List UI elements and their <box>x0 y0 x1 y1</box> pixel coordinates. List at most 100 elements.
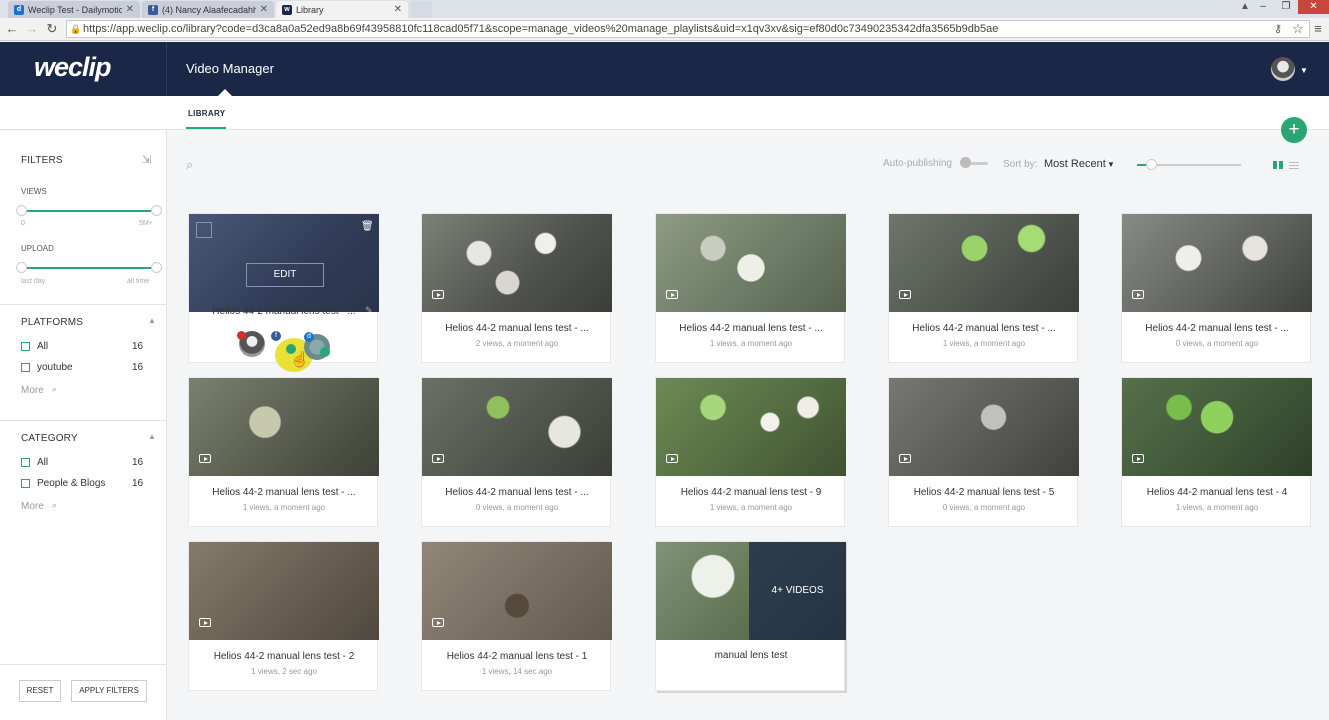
playlist-card[interactable]: 4+ VIDEOS manual lens test <box>655 541 846 691</box>
search-icon[interactable]: ⌕ <box>52 500 57 511</box>
video-card[interactable]: Helios 44-2 manual lens test - ... 1 vie… <box>655 213 846 363</box>
video-thumbnail[interactable] <box>656 214 846 312</box>
close-icon[interactable]: ✕ <box>394 4 402 15</box>
video-title[interactable]: Helios 44-2 manual lens test - 9 <box>656 487 846 498</box>
browser-tab-library[interactable]: w Library ✕ <box>276 1 408 18</box>
category-people-blogs-count: 16 <box>132 478 144 489</box>
video-thumbnail[interactable] <box>1122 378 1312 476</box>
back-icon[interactable]: ← <box>4 21 20 37</box>
search-icon[interactable]: ⌕ <box>186 157 193 173</box>
zoom-slider-handle[interactable] <box>1146 159 1157 170</box>
video-thumbnail[interactable] <box>422 542 612 640</box>
video-card[interactable]: Helios 44-2 manual lens test - ... 2 vie… <box>421 213 612 363</box>
video-thumbnail[interactable] <box>422 214 612 312</box>
edit-button[interactable]: EDIT <box>246 263 324 287</box>
chevron-up-icon[interactable]: ▲ <box>148 432 156 441</box>
browser-tab-facebook[interactable]: f (4) Nancy Alaafecadahhf ✕ <box>142 1 274 18</box>
grid-view-icon[interactable] <box>1273 161 1283 169</box>
upload-slider-min-handle[interactable] <box>16 262 27 273</box>
trash-icon[interactable]: 🗑 <box>361 221 374 232</box>
checkbox-platform-all[interactable] <box>21 342 30 351</box>
platforms-more-link[interactable]: More <box>21 385 44 396</box>
video-card[interactable]: 🗑 EDIT Helios 44-2 manual lens test - ..… <box>188 213 379 372</box>
video-card[interactable]: Helios 44-2 manual lens test - ... 1 vie… <box>188 377 379 527</box>
reload-icon[interactable]: ↻ <box>44 21 60 37</box>
close-icon[interactable]: ✕ <box>260 4 268 15</box>
search-icon[interactable]: ⌕ <box>52 384 57 395</box>
video-meta: 1 views, a moment ago <box>709 503 793 512</box>
video-icon <box>199 454 211 463</box>
video-card[interactable]: Helios 44-2 manual lens test - 4 1 views… <box>1121 377 1312 527</box>
views-slider-max-handle[interactable] <box>151 205 162 216</box>
url-input[interactable]: 🔒 https://app.weclip.co/library?code=d3c… <box>66 20 1310 38</box>
new-tab-button[interactable] <box>410 1 432 18</box>
video-title[interactable]: Helios 44-2 manual lens test - ... <box>1122 323 1312 334</box>
collapse-icon[interactable]: ⇲ <box>142 153 151 166</box>
pencil-icon[interactable]: ✎ <box>365 305 373 316</box>
maximize-button[interactable]: ❐ <box>1275 0 1297 14</box>
video-title[interactable]: Helios 44-2 manual lens test - 1 <box>422 651 612 662</box>
category-more-link[interactable]: More <box>21 501 44 512</box>
star-icon[interactable]: ☆ <box>1290 21 1306 37</box>
video-thumbnail[interactable] <box>889 378 1079 476</box>
sort-dropdown[interactable]: Most Recent <box>1044 158 1106 170</box>
video-thumbnail[interactable] <box>189 378 379 476</box>
reset-button[interactable]: RESET <box>19 680 61 702</box>
weclip-icon: w <box>282 4 292 15</box>
chevron-down-icon[interactable]: ▼ <box>1107 160 1115 169</box>
close-icon[interactable]: ✕ <box>126 4 134 15</box>
views-slider-track[interactable] <box>22 210 156 212</box>
select-checkbox[interactable] <box>196 222 212 238</box>
video-thumbnail[interactable] <box>1122 214 1312 312</box>
video-title[interactable]: Helios 44-2 manual lens test - ... <box>656 323 846 334</box>
video-card[interactable]: Helios 44-2 manual lens test - 9 1 views… <box>655 377 846 527</box>
video-card[interactable]: Helios 44-2 manual lens test - 1 1 views… <box>421 541 612 691</box>
video-thumbnail[interactable] <box>889 214 1079 312</box>
add-button[interactable]: + <box>1281 117 1307 143</box>
video-card[interactable]: Helios 44-2 manual lens test - ... 0 vie… <box>421 377 612 527</box>
video-title[interactable]: Helios 44-2 manual lens test - ... <box>189 306 379 317</box>
upload-slider-track[interactable] <box>22 267 156 269</box>
video-card[interactable]: Helios 44-2 manual lens test - ... 0 vie… <box>1121 213 1312 363</box>
playlist-title[interactable]: manual lens test <box>656 650 846 661</box>
minimize-button[interactable]: – <box>1252 0 1274 14</box>
list-view-icon[interactable] <box>1289 161 1299 169</box>
video-thumbnail[interactable] <box>422 378 612 476</box>
checkbox-category-people-blogs[interactable] <box>21 479 30 488</box>
facebook-icon[interactable]: f <box>271 331 281 341</box>
views-max: 5M+ <box>139 220 153 227</box>
video-title[interactable]: Helios 44-2 manual lens test - 5 <box>889 487 1079 498</box>
autopublishing-toggle-knob[interactable] <box>960 157 971 168</box>
platform-all-label: All <box>37 341 49 352</box>
chevron-down-icon[interactable]: ▼ <box>1300 66 1308 75</box>
weclip-logo[interactable]: weclip <box>34 52 112 83</box>
video-thumbnail[interactable]: 🗑 EDIT <box>189 214 379 312</box>
checkbox-category-all[interactable] <box>21 458 30 467</box>
video-title[interactable]: Helios 44-2 manual lens test - ... <box>422 323 612 334</box>
tab-library[interactable]: LIBRARY <box>188 109 225 118</box>
video-thumbnail[interactable] <box>656 378 846 476</box>
video-title[interactable]: Helios 44-2 manual lens test - ... <box>889 323 1079 334</box>
video-card[interactable]: Helios 44-2 manual lens test - 2 1 views… <box>188 541 379 691</box>
video-title[interactable]: Helios 44-2 manual lens test - ... <box>189 487 379 498</box>
dailymotion-icon: d <box>304 332 314 342</box>
browser-tab-dailymotion[interactable]: d Weclip Test - Dailymotion ✕ <box>8 1 140 18</box>
forward-icon[interactable]: → <box>24 21 40 37</box>
apply-filters-button[interactable]: APPLY FILTERS <box>71 680 147 702</box>
publish-icon[interactable] <box>320 347 330 357</box>
upload-slider-max-handle[interactable] <box>151 262 162 273</box>
menu-icon[interactable]: ≡ <box>1310 21 1326 37</box>
video-thumbnail[interactable] <box>189 542 379 640</box>
avatar[interactable] <box>1271 57 1295 81</box>
video-title[interactable]: Helios 44-2 manual lens test - ... <box>422 487 612 498</box>
url-text: https://app.weclip.co/library?code=d3ca8… <box>83 23 999 35</box>
video-card[interactable]: Helios 44-2 manual lens test - ... 1 vie… <box>888 213 1079 363</box>
checkbox-platform-youtube[interactable] <box>21 363 30 372</box>
key-icon[interactable]: ⚷ <box>1272 21 1284 37</box>
close-window-button[interactable]: ✕ <box>1298 0 1329 14</box>
views-slider-min-handle[interactable] <box>16 205 27 216</box>
video-title[interactable]: Helios 44-2 manual lens test - 4 <box>1122 487 1312 498</box>
chevron-up-icon[interactable]: ▲ <box>148 316 156 325</box>
video-card[interactable]: Helios 44-2 manual lens test - 5 0 views… <box>888 377 1079 527</box>
video-title[interactable]: Helios 44-2 manual lens test - 2 <box>189 651 379 662</box>
